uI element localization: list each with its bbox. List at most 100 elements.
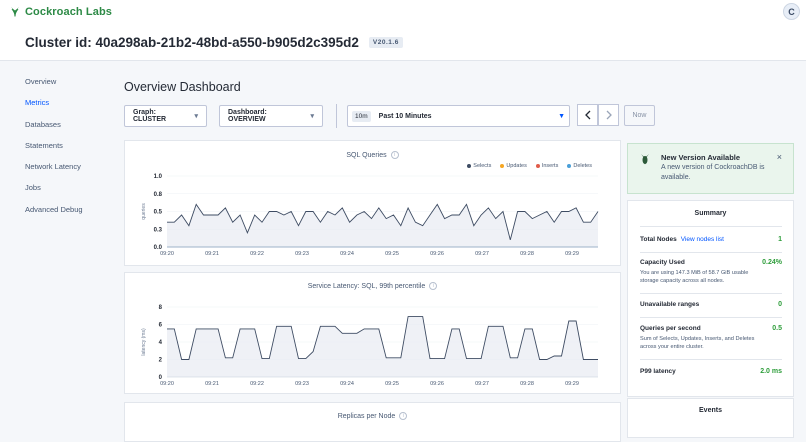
y-tick-label: 0.8 [154,192,163,198]
divider [640,359,782,360]
alert-title: New Version Available [661,153,741,162]
close-icon[interactable]: × [777,152,782,162]
service-latency-chart: 02468latency (ms)09:20 09:21 09:22 09:23 09:… [141,305,598,387]
x-tick-label: 09:29 [565,381,579,387]
summary-value: 0.24% [762,259,782,266]
divider [640,293,782,294]
summary-label: Total Nodes [640,236,677,243]
brand-name: Cockroach Labs [25,6,112,18]
summary-label: Unavailable ranges [640,301,700,308]
summary-label: Queries per second [640,325,701,332]
prev-time-button[interactable] [577,104,598,126]
graph-dropdown[interactable]: Graph: CLUSTER ▾ [124,105,207,127]
x-tick-label: 09:25 [385,251,399,257]
sidebar-item-jobs[interactable]: Jobs [25,182,115,203]
sql-queries-chart: 0.00.30.50.81.0queries09:20 09:21 09:22 09:… [141,174,599,257]
divider [336,104,337,128]
y-tick-label: 0.5 [154,210,163,216]
y-axis-label: queries [141,203,147,220]
chart-title: Replicas per Node i [125,412,620,420]
chevron-down-icon: ▾ [310,113,314,120]
x-tick-label: 09:28 [520,251,534,257]
sidebar-item-statements[interactable]: Statements [25,140,115,161]
summary-desc: You are using 147.3 MiB of 58.7 GiB usab… [640,270,749,284]
x-tick-label: 09:29 [565,251,579,257]
cockroach-icon [11,7,19,17]
summary-qps: Queries per second 0.5 Sum of Selects, U… [640,325,782,351]
view-nodes-link[interactable]: View nodes list [681,236,724,243]
time-range-dropdown[interactable]: 10m Past 10 Minutes ▼ [347,105,570,127]
cluster-title: Cluster id: 40a298ab-21b2-48bd-a550-b905… [25,34,359,50]
x-tick-label: 09:23 [295,251,309,257]
divider [640,226,782,227]
x-tick-label: 09:26 [430,381,444,387]
x-tick-label: 09:28 [520,381,534,387]
chart-title-text: Replicas per Node [337,412,396,420]
alert-text: A new version of CockroachDB is availabl… [661,164,765,181]
series-area [167,316,598,377]
divider [640,252,782,253]
summary-p99: P99 latency 2.0 ms [640,368,782,375]
summary-value: 0 [778,301,782,308]
x-tick-label: 09:24 [340,251,354,257]
chevron-right-icon [606,110,612,120]
y-tick-label: 6 [159,323,163,329]
x-tick-label: 09:20 [160,251,174,257]
chevron-down-icon: ▼ [558,112,565,120]
events-title: Events [699,407,722,414]
summary-total-nodes: Total Nodes View nodes list 1 [640,236,782,243]
summary-capacity: Capacity Used 0.24% You are using 147.3 … [640,259,782,285]
service-latency-panel: Service Latency: SQL, 99th percentile i 0… [124,272,621,394]
summary-label: Capacity Used [640,259,685,266]
x-tick-label: 09:25 [385,381,399,387]
x-tick-label: 09:24 [340,381,354,387]
version-badge: V20.1.6 [368,36,403,48]
sidebar-item-overview[interactable]: Overview [25,76,115,97]
user-avatar[interactable]: C [783,3,800,20]
x-tick-label: 09:22 [250,251,264,257]
y-tick-label: 4 [159,340,163,346]
events-panel: Events [627,398,794,438]
y-tick-label: 1.0 [154,174,163,180]
summary-value: 0.5 [772,325,782,332]
summary-panel: Summary Total Nodes View nodes list 1 Cap… [627,200,794,397]
info-icon[interactable]: i [399,412,408,420]
sidebar-item-advanced-debug[interactable]: Advanced Debug [25,204,115,225]
time-range-label: Past 10 Minutes [378,112,432,120]
cluster-header: Cluster id: 40a298ab-21b2-48bd-a550-b905… [0,24,806,61]
sidebar-item-network-latency[interactable]: Network Latency [25,161,115,182]
y-axis-label: latency (ms) [141,328,147,356]
chevron-left-icon [584,110,590,120]
sidebar-nav: Overview Metrics Databases Statements Ne… [25,76,115,225]
summary-value: 2.0 ms [760,368,782,375]
x-tick-label: 09:26 [430,251,444,257]
summary-title: Summary [694,210,727,217]
graph-dropdown-label: Graph: CLUSTER [133,109,167,123]
x-tick-label: 09:27 [475,381,489,387]
x-tick-label: 09:21 [205,381,219,387]
sidebar-item-databases[interactable]: Databases [25,119,115,140]
time-badge: 10m [352,110,371,122]
chevron-down-icon: ▾ [194,113,198,120]
divider [640,317,782,318]
summary-value: 1 [778,236,782,243]
x-tick-label: 09:27 [475,251,489,257]
summary-unavailable: Unavailable ranges 0 [640,301,782,308]
sidebar-item-metrics[interactable]: Metrics [25,97,115,118]
summary-label: P99 latency [640,368,676,375]
x-tick-label: 09:20 [160,381,174,387]
top-bar: Cockroach Labs C [0,0,806,24]
new-version-alert: New Version Available A new version of C… [627,143,794,194]
dashboard-dropdown[interactable]: Dashboard: OVERVIEW ▾ [219,105,323,127]
y-tick-label: 8 [159,305,163,311]
dashboard-dropdown-label: Dashboard: OVERVIEW [228,109,267,123]
sql-queries-panel: SQL Queries i Selects Updates Inserts Del… [124,140,621,266]
y-tick-label: 2 [159,358,163,364]
replicas-panel: Replicas per Node i [124,402,621,442]
brand-logo[interactable]: Cockroach Labs [9,6,112,18]
next-time-button[interactable] [598,104,619,126]
x-tick-label: 09:23 [295,381,309,387]
now-button[interactable]: Now [624,105,655,126]
summary-desc: Sum of Selects, Updates, Inserts, and De… [640,336,755,350]
y-tick-label: 0.3 [154,227,163,233]
